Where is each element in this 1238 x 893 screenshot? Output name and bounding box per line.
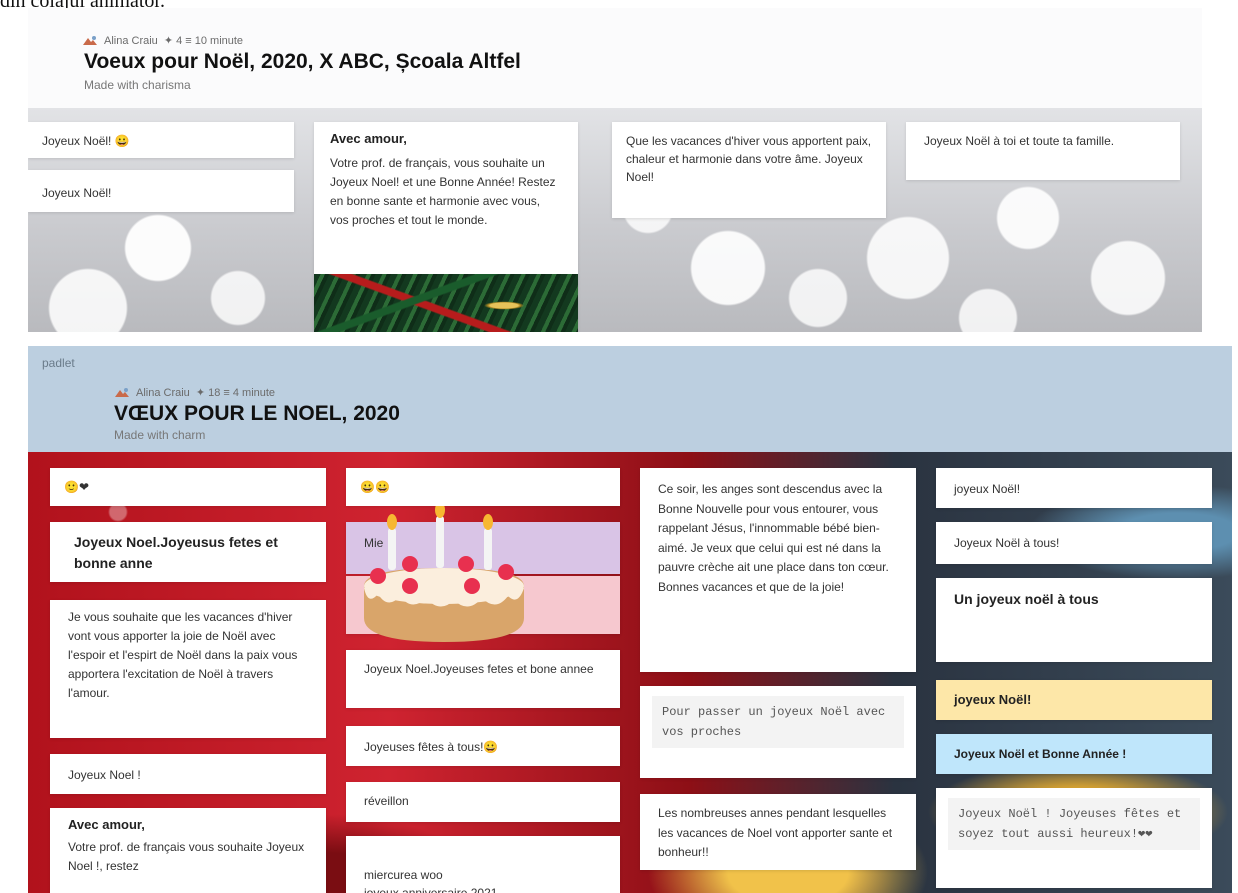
post-text: Joyeux Noël à tous! — [954, 536, 1060, 550]
post-card[interactable]: réveillon — [346, 782, 620, 822]
post-text: joyeux Noël! — [954, 482, 1021, 496]
avatar-icon — [82, 35, 98, 47]
post-card[interactable]: Que les vacances d'hiver vous apportent … — [612, 122, 886, 218]
board-header: padlet Alina Craiu ✦ 18 ≡ 4 minute VŒUX … — [28, 346, 1232, 452]
avatar-icon — [114, 387, 130, 399]
board-subtitle: Made with charisma — [84, 78, 191, 92]
post-card[interactable]: Joyeux Noël et Bonne Année ! — [936, 734, 1212, 774]
post-title: Avec amour, — [330, 131, 407, 146]
post-card[interactable]: Joyeux Noël! 😀 — [28, 122, 294, 158]
post-card[interactable]: Joyeux Noël! — [28, 170, 294, 212]
author-name[interactable]: Alina Craiu — [136, 387, 190, 399]
post-text: Ce soir, les anges sont descendus avec l… — [658, 482, 889, 594]
post-card[interactable]: Joyeux Noël à toi et toute ta famille. — [906, 122, 1180, 180]
author-name[interactable]: Alina Craiu — [104, 35, 158, 47]
board-meta: Alina Craiu ✦ 18 ≡ 4 minute — [114, 386, 275, 399]
post-text: Pour passer un joyeux Noël avec vos proc… — [652, 696, 904, 748]
post-text: réveillon — [364, 794, 409, 808]
padlet-logo[interactable]: padlet — [42, 356, 75, 370]
post-card[interactable]: Joyeux Noel.Joyeusus fetes et bonne anne — [50, 522, 326, 582]
post-card[interactable]: Joyeux Noel ! — [50, 754, 326, 794]
post-text: Joyeux Noël! — [42, 186, 112, 200]
post-card[interactable]: miercurea woo joyeux anniversaire 2021 — [346, 836, 620, 893]
post-text: Joyeux Noel ! — [68, 768, 141, 782]
post-card[interactable]: 🙂❤ — [50, 468, 326, 506]
board-title: VŒUX POUR LE NOEL, 2020 — [114, 402, 400, 425]
board-subtitle: Made with charm — [114, 428, 206, 442]
post-text: 🙂❤ — [64, 480, 89, 494]
board-stats: ✦ 4 ≡ 10 minute — [163, 35, 244, 47]
board-meta: Alina Craiu ✦ 4 ≡ 10 minute — [82, 34, 243, 47]
post-text: Joyeux Noel.Joyeuses fetes et bone annee — [364, 662, 594, 676]
christmas-bell-image — [314, 274, 578, 332]
padlet-board-1: Alina Craiu ✦ 4 ≡ 10 minute Voeux pour N… — [28, 8, 1202, 332]
post-card[interactable]: Un joyeux noël à tous — [936, 578, 1212, 662]
board-stats: ✦ 18 ≡ 4 minute — [195, 387, 276, 399]
post-card[interactable]: Ce soir, les anges sont descendus avec l… — [640, 468, 916, 672]
post-card[interactable]: joyeux Noël! — [936, 468, 1212, 508]
post-text: Joyeux Noël ! Joyeuses fêtes et soyez to… — [948, 798, 1200, 850]
post-card[interactable]: Joyeux Noël ! Joyeuses fêtes et soyez to… — [936, 788, 1212, 888]
board-header: Alina Craiu ✦ 4 ≡ 10 minute Voeux pour N… — [28, 8, 1202, 108]
post-text: Joyeux Noël à toi et toute ta famille. — [924, 134, 1115, 148]
post-card[interactable]: Joyeuses fêtes à tous!😀 — [346, 726, 620, 766]
post-card[interactable]: Avec amour, Votre prof. de français, vou… — [314, 122, 578, 332]
board-title: Voeux pour Noël, 2020, X ABC, Școala Alt… — [84, 50, 521, 73]
post-title: Avec amour, — [68, 817, 145, 832]
post-body: Votre prof. de français vous souhaite Jo… — [68, 840, 305, 873]
post-card[interactable]: Avec amour, Votre prof. de français vous… — [50, 808, 326, 893]
post-text: Que les vacances d'hiver vous apportent … — [626, 134, 872, 184]
post-card[interactable]: joyeux Noël! — [936, 680, 1212, 720]
post-text: miercurea woo joyeux anniversaire 2021 — [364, 868, 498, 893]
post-text: Les nombreuses annes pendant lesquelles … — [658, 806, 893, 859]
post-card[interactable]: Pour passer un joyeux Noël avec vos proc… — [640, 686, 916, 778]
post-text: Je vous souhaite que les vacances d'hive… — [68, 610, 298, 700]
post-body: Votre prof. de français, vous souhaite u… — [330, 156, 556, 227]
post-card[interactable]: Les nombreuses annes pendant lesquelles … — [640, 794, 916, 870]
post-card[interactable]: Joyeux Noel.Joyeuses fetes et bone annee — [346, 650, 620, 708]
post-text: 😀😀 — [360, 480, 390, 494]
post-text: Joyeux Noel.Joyeusus fetes et bonne anne — [74, 534, 278, 571]
post-card[interactable]: 😀😀 — [346, 468, 620, 506]
post-text: Joyeux Noël! 😀 — [42, 134, 130, 148]
birthday-cake-sticker — [348, 502, 548, 656]
padlet-board-2: padlet Alina Craiu ✦ 18 ≡ 4 minute VŒUX … — [28, 346, 1232, 893]
post-text: Joyeuses fêtes à tous!😀 — [364, 740, 499, 754]
post-card[interactable]: Je vous souhaite que les vacances d'hive… — [50, 600, 326, 738]
post-text: Un joyeux noël à tous — [954, 591, 1099, 607]
post-text: joyeux Noël! — [954, 692, 1032, 707]
post-card[interactable]: Joyeux Noël à tous! — [936, 522, 1212, 564]
post-text: Joyeux Noël et Bonne Année ! — [954, 747, 1127, 761]
